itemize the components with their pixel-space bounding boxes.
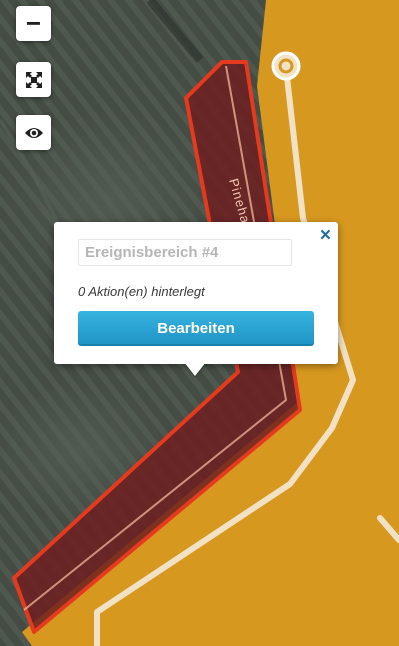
zoom-out-button[interactable]: − — [16, 6, 51, 41]
actions-note: 0 Aktion(en) hinterlegt — [78, 284, 205, 299]
visibility-toggle-button[interactable] — [16, 115, 51, 150]
minus-icon: − — [25, 7, 42, 38]
popup-tip — [184, 362, 206, 376]
fit-bounds-icon — [25, 71, 42, 88]
eye-icon — [24, 127, 43, 138]
edit-button[interactable]: Bearbeiten — [78, 311, 314, 346]
close-icon[interactable]: × — [320, 225, 331, 247]
area-name-field[interactable] — [78, 239, 292, 266]
fit-bounds-button[interactable] — [16, 62, 51, 97]
event-area-popup: × 0 Aktion(en) hinterlegt Bearbeiten — [54, 222, 338, 364]
route-start-marker[interactable] — [271, 51, 301, 81]
